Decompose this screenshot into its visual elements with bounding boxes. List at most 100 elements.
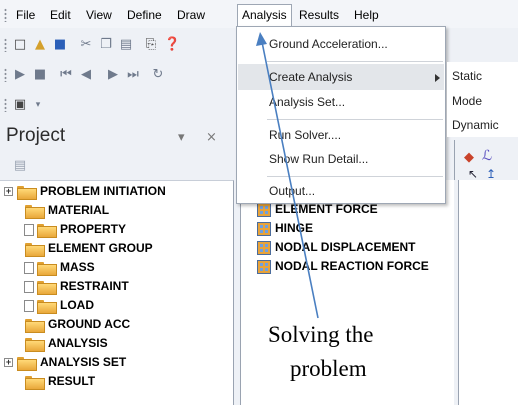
tree-item-load[interactable]: LOAD [24,297,94,315]
list-item-nodal-reaction-force[interactable]: NODAL REACTION FORCE [257,258,429,275]
project-tree: + PROBLEM INITIATION MATERIAL PROPERTY E… [0,180,234,405]
checkbox-icon[interactable] [24,280,34,293]
chevron-down-icon[interactable]: ▾ [30,97,46,113]
menu-separator [267,119,443,120]
list-item-nodal-displacement[interactable]: NODAL DISPLACEMENT [257,239,415,256]
menu-define[interactable]: Define [123,5,166,25]
panel-pin-icon[interactable]: ▾ [178,130,185,145]
print-icon[interactable]: ⎘ [143,37,159,53]
menu-separator [267,61,443,62]
folder-icon [24,242,45,258]
save-icon[interactable]: ■ [52,37,68,53]
help-icon[interactable]: ❓ [164,37,180,53]
menu-draw[interactable]: Draw [173,5,209,25]
menu-help[interactable]: Help [350,5,383,25]
tree-item-label: ANALYSIS [48,336,108,350]
menu-bar: File Edit View Define Draw Analysis Resu… [0,0,518,28]
analysis-dropdown-menu: Ground Acceleration... Create Analysis A… [236,26,446,204]
tree-item-problem-initiation[interactable]: + PROBLEM INITIATION [4,183,166,201]
menu-item-ground-acceleration[interactable]: Ground Acceleration... [269,34,388,54]
checkbox-icon[interactable] [24,261,34,274]
menu-item-show-run-detail[interactable]: Show Run Detail... [269,149,368,169]
menu-item-create-analysis[interactable]: Create Analysis [269,67,352,87]
panel-close-icon[interactable]: × [206,130,217,145]
menu-item-output[interactable]: Output... [269,181,315,201]
toolbar-extra: ▣ ▾ [0,90,240,120]
tree-item-analysis-set[interactable]: + ANALYSIS SET [4,354,127,372]
toolbar-grip-icon [4,98,7,112]
tree-item-label: MASS [60,260,95,274]
checkbox-icon[interactable] [24,299,34,312]
right-panel-toolbar: ◆ ℒ ↖ ↥ [454,140,518,181]
play-icon[interactable]: ▶ [12,67,28,83]
folder-icon [36,299,57,315]
create-analysis-submenu: Static Mode Dynamic [447,62,518,137]
folder-icon [36,223,57,239]
menu-edit[interactable]: Edit [46,5,75,25]
toolbar-grip-icon [4,68,7,82]
app-window: File Edit View Define Draw Analysis Resu… [0,0,518,405]
list-item-label: NODAL REACTION FORCE [275,259,429,273]
tree-item-label: MATERIAL [48,203,110,217]
tree-item-ground-acc[interactable]: GROUND ACC [24,316,131,334]
menu-item-run-solver[interactable]: Run Solver.... [269,125,341,145]
open-folder-icon[interactable]: ▲ [32,37,48,53]
menu-grip-icon [4,8,7,22]
tree-item-label: ANALYSIS SET [40,355,127,369]
new-file-icon[interactable]: □ [12,37,28,53]
panel-tool-icon[interactable]: ▤ [12,158,28,174]
expand-toggle-icon[interactable]: + [4,358,13,367]
tree-item-label: GROUND ACC [48,317,131,331]
copy-icon[interactable]: ❐ [98,37,114,53]
next-frame-icon[interactable]: ▶ [105,67,121,83]
table-icon [257,259,271,274]
first-frame-icon[interactable]: ⏮ [58,67,74,83]
folder-icon [36,261,57,277]
project-panel-title: Project [6,125,66,146]
menu-view[interactable]: View [82,5,116,25]
tree-item-label: PROPERTY [60,222,127,236]
submenu-item-mode[interactable]: Mode [452,92,482,110]
function-icon[interactable]: ℒ [479,148,495,164]
tree-item-analysis[interactable]: ANALYSIS [24,335,108,353]
table-icon [257,202,271,217]
menu-results[interactable]: Results [295,5,343,25]
submenu-item-dynamic[interactable]: Dynamic [452,116,499,134]
paste-icon[interactable]: ▤ [118,37,134,53]
previous-frame-icon[interactable]: ◀ [78,67,94,83]
last-frame-icon[interactable]: ⏭ [125,67,141,83]
tree-item-restraint[interactable]: RESTRAINT [24,278,129,296]
tree-item-property[interactable]: PROPERTY [24,221,127,239]
checkbox-icon[interactable] [24,223,34,236]
tree-item-label: RESTRAINT [60,279,129,293]
tree-item-element-group[interactable]: ELEMENT GROUP [24,240,153,258]
menu-file[interactable]: File [12,5,39,25]
folder-icon [24,337,45,353]
toolbar-playback: ▶ ■ ⏮ ◀ ▶ ⏭ ↻ [0,60,240,90]
right-panel [458,180,518,405]
window-icon[interactable]: ▣ [12,97,28,113]
folder-icon [24,204,45,220]
tree-item-mass[interactable]: MASS [24,259,95,277]
list-item-label: ELEMENT FORCE [275,202,378,216]
list-item-label: NODAL DISPLACEMENT [275,240,416,254]
stop-icon[interactable]: ■ [32,67,48,83]
tree-item-result[interactable]: RESULT [24,373,95,391]
submenu-item-static[interactable]: Static [452,67,482,85]
expand-toggle-icon[interactable]: + [4,187,13,196]
caption-line-2: problem [290,356,367,381]
folder-icon [16,356,37,372]
cut-icon[interactable]: ✂ [78,37,94,53]
submenu-arrow-icon [435,74,440,82]
caption-line-1: Solving the [268,322,374,347]
menu-item-analysis-set[interactable]: Analysis Set... [269,92,345,112]
table-icon [257,221,271,236]
fx-icon[interactable]: ◆ [461,150,477,166]
tree-item-material[interactable]: MATERIAL [24,202,110,220]
list-item-hinge[interactable]: HINGE [257,220,313,237]
folder-icon [36,280,57,296]
folder-icon [24,375,45,391]
loop-icon[interactable]: ↻ [150,67,166,83]
tree-item-label: LOAD [60,298,94,312]
menu-analysis[interactable]: Analysis [237,4,292,26]
